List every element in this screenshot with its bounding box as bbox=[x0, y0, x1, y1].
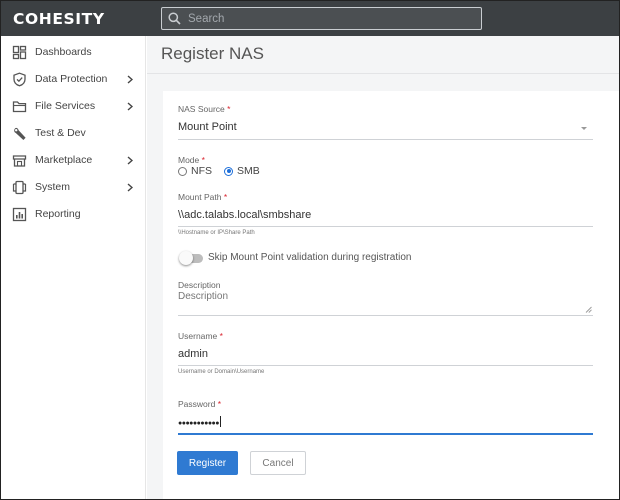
folder-icon bbox=[12, 101, 27, 113]
password-underline-focused bbox=[178, 433, 593, 435]
sidebar-item-label: Dashboards bbox=[35, 46, 92, 58]
cancel-button[interactable]: Cancel bbox=[250, 451, 306, 475]
chevron-right-icon bbox=[127, 75, 133, 84]
sidebar-item-label: Test & Dev bbox=[35, 127, 86, 139]
report-chart-icon bbox=[12, 207, 27, 222]
sidebar-item-label: Marketplace bbox=[35, 154, 93, 166]
radio-label: SMB bbox=[237, 165, 260, 177]
required-marker: * bbox=[227, 104, 231, 114]
description-underline bbox=[178, 315, 593, 316]
dashboard-grid-icon bbox=[12, 45, 27, 60]
required-marker: * bbox=[201, 155, 205, 165]
mode-nfs-radio[interactable]: NFS bbox=[178, 165, 212, 177]
text-cursor bbox=[220, 416, 222, 427]
required-marker: * bbox=[223, 192, 228, 202]
search-icon bbox=[168, 12, 181, 25]
nas-source-underline bbox=[178, 139, 593, 140]
sidebar-item-label: System bbox=[35, 181, 71, 193]
sidebar-item-data-protection[interactable]: Data Protection bbox=[1, 67, 146, 93]
dropdown-caret-icon bbox=[581, 127, 587, 130]
nas-source-label: NAS Source * bbox=[178, 104, 231, 114]
top-bar: COHESITY bbox=[1, 1, 619, 36]
mount-path-input[interactable]: \\adc.talabs.local\smbshare bbox=[178, 209, 311, 221]
username-hint: Username or Domain\Username bbox=[178, 369, 265, 375]
radio-circle-icon bbox=[178, 166, 187, 176]
mode-smb-radio[interactable]: SMB bbox=[224, 165, 260, 177]
description-textarea[interactable]: Description bbox=[178, 291, 228, 302]
required-marker: * bbox=[219, 331, 223, 341]
nas-source-select[interactable]: Mount Point bbox=[178, 121, 237, 133]
skip-validation-toggle[interactable] bbox=[179, 251, 203, 265]
mount-path-hint: \\Hostname or IP\Share Path bbox=[178, 230, 255, 236]
sidebar-item-test-dev[interactable]: Test & Dev bbox=[1, 121, 146, 147]
chevron-right-icon bbox=[127, 183, 133, 192]
search-box[interactable] bbox=[161, 7, 482, 30]
required-marker: * bbox=[217, 399, 222, 409]
main-content: Register NAS NAS Source * Mount Point Mo… bbox=[147, 36, 619, 499]
search-input[interactable] bbox=[188, 10, 468, 27]
system-icon bbox=[12, 180, 27, 195]
sidebar-item-label: Data Protection bbox=[35, 73, 108, 85]
sidebar-item-label: File Services bbox=[35, 100, 96, 112]
shield-icon bbox=[13, 72, 26, 87]
mode-label: Mode * bbox=[178, 155, 205, 165]
register-nas-form: NAS Source * Mount Point Mode * NFS SMB … bbox=[163, 91, 619, 499]
page-title: Register NAS bbox=[161, 44, 264, 63]
chevron-right-icon bbox=[127, 102, 133, 111]
resize-handle-icon[interactable] bbox=[585, 306, 592, 313]
store-icon bbox=[12, 155, 27, 167]
app-window: COHESITY Dashboards Data Prote bbox=[0, 0, 620, 500]
username-input[interactable]: admin bbox=[178, 348, 208, 360]
sidebar-item-dashboards[interactable]: Dashboards bbox=[1, 40, 146, 66]
wrench-icon bbox=[14, 127, 26, 140]
register-button[interactable]: Register bbox=[177, 451, 238, 475]
sidebar-item-system[interactable]: System bbox=[1, 175, 146, 201]
password-input[interactable]: ●●●●●●●●●●● bbox=[178, 416, 222, 427]
sidebar: Dashboards Data Protection File Services bbox=[1, 36, 146, 499]
sidebar-item-label: Reporting bbox=[35, 208, 81, 220]
cohesity-logo[interactable]: COHESITY bbox=[13, 10, 105, 28]
skip-validation-label: Skip Mount Point validation during regis… bbox=[208, 252, 412, 263]
radio-checked-icon bbox=[224, 166, 233, 176]
toggle-knob bbox=[179, 251, 193, 265]
mount-path-label: Mount Path * bbox=[178, 192, 228, 202]
sidebar-item-marketplace[interactable]: Marketplace bbox=[1, 148, 146, 174]
sidebar-item-reporting[interactable]: Reporting bbox=[1, 202, 146, 228]
chevron-right-icon bbox=[127, 156, 133, 165]
radio-label: NFS bbox=[191, 165, 212, 177]
sidebar-item-file-services[interactable]: File Services bbox=[1, 94, 146, 120]
username-label: Username * bbox=[178, 331, 223, 341]
username-underline bbox=[178, 365, 593, 366]
mount-path-underline bbox=[178, 226, 593, 227]
password-label: Password * bbox=[178, 399, 222, 409]
description-label: Description bbox=[178, 280, 221, 290]
page-header: Register NAS bbox=[147, 36, 619, 74]
